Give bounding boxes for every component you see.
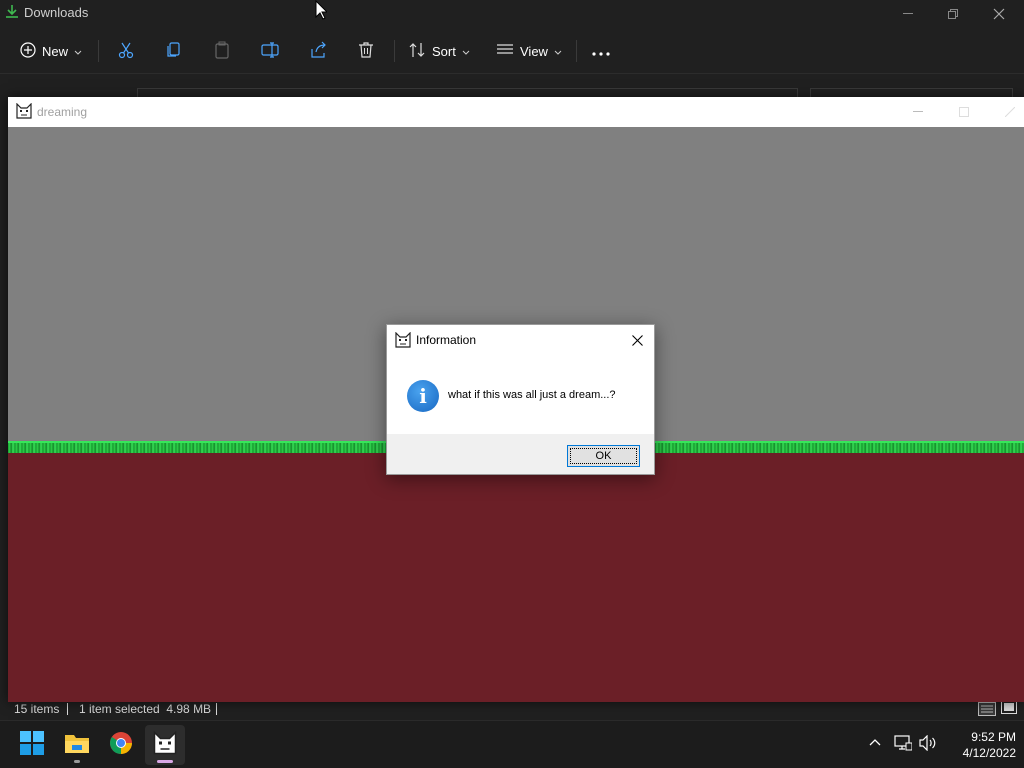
- more-options-button[interactable]: [592, 38, 610, 64]
- status-divider: [67, 703, 68, 715]
- active-indicator: [157, 760, 173, 763]
- sort-label: Sort: [432, 43, 456, 59]
- maximize-button[interactable]: [941, 97, 987, 127]
- sort-icon: [408, 42, 426, 61]
- trash-icon: [357, 41, 375, 62]
- new-button[interactable]: New: [20, 38, 82, 64]
- toolbar-divider: [394, 40, 395, 62]
- volume-icon[interactable]: [919, 734, 937, 756]
- view-button[interactable]: View: [496, 38, 562, 64]
- rename-button[interactable]: [261, 38, 279, 64]
- minimize-button[interactable]: [885, 0, 931, 28]
- minimize-button[interactable]: [895, 97, 941, 127]
- file-explorer-icon: [64, 732, 90, 759]
- running-indicator: [74, 760, 80, 763]
- sort-button[interactable]: Sort: [408, 38, 470, 64]
- dialog-footer: OK: [387, 434, 654, 474]
- delete-button[interactable]: [357, 38, 375, 64]
- ok-button[interactable]: OK: [567, 445, 640, 467]
- start-button[interactable]: [12, 725, 52, 765]
- close-button[interactable]: [976, 0, 1022, 28]
- share-icon: [309, 41, 327, 62]
- network-icon[interactable]: [894, 735, 913, 756]
- explorer-title: Downloads: [24, 5, 89, 20]
- download-folder-icon: [5, 4, 19, 23]
- explorer-titlebar[interactable]: Downloads: [0, 0, 1024, 26]
- game-title: dreaming: [37, 105, 88, 119]
- explorer-statusbar: 15 items 1 item selected 4.98 MB: [0, 700, 1024, 720]
- item-count: 15 items: [14, 702, 60, 716]
- paste-button[interactable]: [213, 38, 231, 64]
- dialog-body: i what if this was all just a dream...?: [387, 355, 654, 434]
- clipboard-icon: [213, 41, 231, 62]
- toolbar-divider: [576, 40, 577, 62]
- clock-time: 9:52 PM: [971, 730, 1016, 744]
- plus-circle-icon: [20, 41, 36, 61]
- dirt-ground: [8, 453, 1024, 702]
- cat-face-icon: [395, 331, 411, 353]
- list-view-icon: [496, 43, 514, 60]
- details-view-icon[interactable]: [978, 702, 996, 719]
- copy-icon: [165, 41, 183, 62]
- explorer-toolbar: New Sort View: [0, 28, 1024, 74]
- game-titlebar[interactable]: dreaming: [8, 97, 1024, 127]
- dialog-title: Information: [416, 333, 477, 347]
- cat-face-icon: [16, 102, 32, 124]
- restore-button[interactable]: [930, 0, 976, 28]
- chevron-down-icon: [74, 44, 82, 59]
- taskbar: 9:52 PM 4/12/2022: [0, 720, 1024, 768]
- chrome-icon: [109, 731, 133, 760]
- dreaming-app-icon: [153, 730, 177, 760]
- share-button[interactable]: [309, 38, 327, 64]
- cut-button[interactable]: [117, 38, 135, 64]
- clock-date: 4/12/2022: [962, 746, 1016, 760]
- dialog-close-button[interactable]: [625, 330, 649, 350]
- large-icons-view-icon[interactable]: [1001, 700, 1017, 717]
- close-button[interactable]: [987, 97, 1024, 127]
- rename-icon: [261, 41, 279, 62]
- info-icon: i: [407, 380, 439, 412]
- windows-logo-icon: [20, 730, 44, 760]
- ellipsis-icon: [592, 44, 610, 59]
- dreaming-taskbar-button[interactable]: [145, 725, 185, 765]
- chrome-taskbar-button[interactable]: [101, 725, 141, 765]
- scissors-icon: [117, 41, 135, 62]
- chevron-up-icon[interactable]: [868, 735, 882, 754]
- system-clock[interactable]: 9:52 PM 4/12/2022: [940, 729, 1016, 761]
- new-label: New: [42, 43, 69, 59]
- chevron-down-icon: [554, 44, 562, 59]
- dialog-titlebar[interactable]: Information: [387, 325, 654, 355]
- status-divider: [216, 703, 217, 715]
- selection-info: 1 item selected 4.98 MB: [79, 702, 212, 716]
- chevron-down-icon: [462, 44, 470, 59]
- mouse-cursor-icon: [315, 0, 329, 25]
- information-dialog: Information i what if this was all just …: [386, 324, 655, 475]
- toolbar-divider: [98, 40, 99, 62]
- file-explorer-taskbar-button[interactable]: [57, 725, 97, 765]
- view-label: View: [520, 43, 548, 59]
- dialog-message: what if this was all just a dream...?: [448, 389, 616, 401]
- copy-button[interactable]: [165, 38, 183, 64]
